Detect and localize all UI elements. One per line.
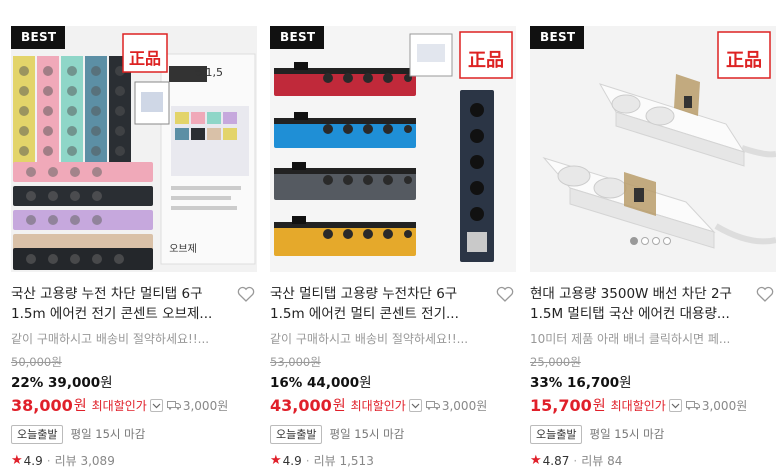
product-title[interactable]: 현대 고용량 3500W 배선 차단 2구 1.5M 멀티탭 국산 에어컨 대용…: [530, 284, 744, 324]
page-dot[interactable]: [652, 237, 660, 245]
genuine-seal: 正品: [468, 50, 504, 71]
best-badge: BEST: [11, 26, 66, 49]
discount-won: 원: [359, 375, 372, 391]
review-count[interactable]: 리뷰 3,089: [55, 452, 115, 469]
multitap-illustration: 正品: [274, 31, 513, 262]
original-price: 53,000원: [270, 355, 321, 369]
rating-score: 4.9: [282, 453, 302, 468]
shipping-fee: 3,000원: [166, 397, 229, 414]
max-discount-label: 최대할인가: [91, 398, 147, 413]
truck-icon: [166, 401, 181, 410]
discount-rate: 33%: [530, 375, 563, 391]
original-price: 25,000원: [530, 355, 581, 369]
product-title[interactable]: 국산 멀티탭 고용량 누전차단 6구 1.5m 에어컨 멀티 콘센트 전기...: [270, 284, 484, 324]
discount-won: 원: [100, 375, 113, 391]
today-ship-chip: 오늘출발: [11, 424, 64, 444]
separator-dot: ·: [305, 453, 310, 468]
today-ship-chip: 오늘출발: [530, 424, 583, 444]
multitap-illustration: 正品 6 1,5 오브제: [13, 33, 256, 270]
product-subtitle: 같이 구매하시고 배송비 절약하세요!!...: [270, 332, 469, 346]
discount-price: 16,700: [567, 375, 620, 391]
separator-dot: ·: [46, 453, 51, 468]
max-discount-label: 최대할인가: [350, 398, 406, 413]
delivery-cutoff: 평일 15시 마감: [70, 427, 146, 441]
review-count[interactable]: 리뷰 1,513: [314, 452, 374, 469]
discount-price: 39,000: [48, 375, 101, 391]
final-won: 원: [332, 398, 346, 414]
discount-rate: 22%: [11, 375, 44, 391]
heart-icon[interactable]: [756, 286, 774, 302]
star-icon: ★: [530, 453, 542, 468]
rating-row: ★ 4.87 · 리뷰 84: [530, 453, 776, 468]
discount-row: 33% 16,700원: [530, 371, 776, 391]
star-icon: ★: [11, 453, 23, 468]
separator-dot: ·: [573, 453, 578, 468]
discount-rate: 16%: [270, 375, 303, 391]
shipping-fee-text: 3,000원: [182, 398, 229, 413]
image-pagination[interactable]: [630, 237, 671, 245]
shipping-fee-text: 3,000원: [701, 398, 748, 413]
product-card[interactable]: BEST 正品 현대 고용량 3500W 배선 차단 2구 1.5M 멀티탭 국…: [530, 26, 776, 468]
chevron-down-icon[interactable]: [408, 398, 422, 412]
product-card[interactable]: BEST: [11, 26, 257, 468]
product-title[interactable]: 국산 고용량 누전 차단 멀티탭 6구 1.5m 에어컨 전기 콘센트 오브제.…: [11, 284, 225, 324]
box-spec-label: 6 1,5: [195, 66, 223, 79]
discount-row: 22% 39,000원: [11, 371, 257, 391]
discount-won: 원: [619, 375, 632, 391]
rating-score: 4.87: [542, 453, 570, 468]
product-image[interactable]: BEST: [11, 26, 257, 272]
shipping-fee: 3,000원: [425, 397, 488, 414]
final-price-row: 15,700 원 최대할인가 3,000원: [530, 394, 776, 416]
chevron-down-icon[interactable]: [149, 398, 163, 412]
genuine-seal: 正品: [726, 50, 762, 71]
page-dot[interactable]: [630, 237, 638, 245]
page-dot[interactable]: [663, 237, 671, 245]
product-subtitle: 같이 구매하시고 배송비 절약하세요!!...: [11, 332, 210, 346]
best-badge: BEST: [270, 26, 325, 49]
chevron-down-icon[interactable]: [668, 398, 682, 412]
final-price: 38,000: [11, 395, 73, 415]
shipping-fee: 3,000원: [685, 397, 748, 414]
product-subtitle: 10미터 제품 아래 배너 클릭하시면 페...: [530, 332, 731, 346]
final-won: 원: [592, 398, 606, 414]
star-icon: ★: [270, 453, 282, 468]
final-price-row: 43,000 원 최대할인가 3,000원: [270, 394, 516, 416]
genuine-seal: 正品: [129, 49, 161, 68]
shipping-fee-text: 3,000원: [441, 398, 488, 413]
heart-icon[interactable]: [496, 286, 514, 302]
product-image[interactable]: BEST 正品: [530, 26, 776, 272]
rating-row: ★ 4.9 · 리뷰 1,513: [270, 453, 516, 468]
rating-score: 4.9: [23, 453, 43, 468]
product-image[interactable]: BEST: [270, 26, 516, 272]
final-price: 15,700: [530, 395, 592, 415]
multitap-illustration: 正品: [542, 31, 776, 249]
review-count[interactable]: 리뷰 84: [581, 452, 622, 469]
truck-icon: [425, 401, 440, 410]
final-won: 원: [73, 398, 87, 414]
page-dot[interactable]: [641, 237, 649, 245]
product-card[interactable]: BEST: [270, 26, 516, 468]
delivery-cutoff: 평일 15시 마감: [329, 427, 405, 441]
heart-icon[interactable]: [237, 286, 255, 302]
final-price: 43,000: [270, 395, 332, 415]
max-discount-label: 최대할인가: [610, 398, 666, 413]
discount-price: 44,000: [307, 375, 360, 391]
today-ship-chip: 오늘출발: [270, 424, 323, 444]
discount-row: 16% 44,000원: [270, 371, 516, 391]
original-price: 50,000원: [11, 355, 62, 369]
box-brand-label: 오브제: [169, 243, 197, 255]
delivery-cutoff: 평일 15시 마감: [589, 427, 665, 441]
rating-row: ★ 4.9 · 리뷰 3,089: [11, 453, 257, 468]
best-badge: BEST: [530, 26, 585, 49]
final-price-row: 38,000 원 최대할인가 3,000원: [11, 394, 257, 416]
truck-icon: [685, 401, 700, 410]
